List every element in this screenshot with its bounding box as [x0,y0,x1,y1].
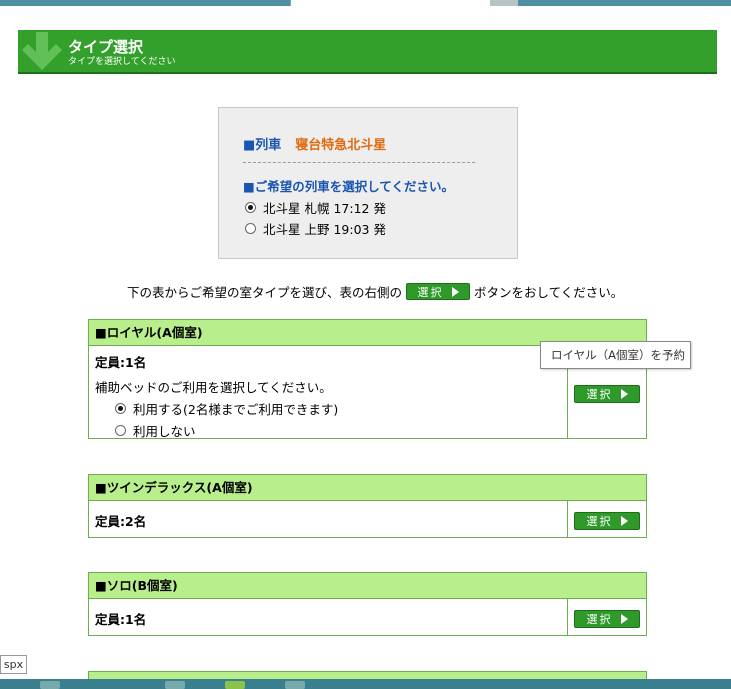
extra-bed-option-label: 利用しない [133,424,196,439]
select-solo-button[interactable]: 選択 [574,610,640,628]
select-button-label: 選択 [586,613,613,626]
radio-unselected-icon[interactable] [245,223,256,234]
room-capacity: 定員:1名 [95,612,147,627]
instruction-before: 下の表からご希望の室タイプを選び、表の右側の [127,285,403,300]
room-capacity: 定員:1名 [95,355,147,370]
train-row: ■列車 寝台特急北斗星 [243,134,386,153]
extra-bed-prompt: 補助ベッドのご利用を選択してください。 [95,380,332,395]
room-title: ■ソロ(B個室) [89,573,646,599]
train-label: ■列車 [243,138,282,153]
down-arrow-icon [22,32,62,70]
taskbar [0,679,731,689]
train-option-2[interactable]: 北斗星 上野 19:03 発 [245,219,386,238]
instruction-after: ボタンをおしてください。 [474,285,624,300]
status-text: spx [0,655,27,674]
taskbar-app-icon[interactable] [165,681,185,689]
room-title: ■ツインデラックス(A個室) [89,475,646,501]
room-twin-deluxe: ■ツインデラックス(A個室) 定員:2名 選択 [88,474,647,538]
page-subtitle: タイプを選択してください [68,57,176,67]
cell-divider [567,501,568,538]
tooltip: ロイヤル（A個室）を予約 [540,341,691,369]
room-royal: ■ロイヤル(A個室) 定員:1名 補助ベッドのご利用を選択してください。 利用す… [88,319,647,439]
play-triangle-icon [451,286,459,297]
extra-bed-option-use[interactable]: 利用する(2名様までご利用できます) [115,399,338,418]
taskbar-app-icon[interactable] [225,681,245,689]
select-twin-deluxe-button[interactable]: 選択 [574,512,640,530]
extra-bed-option-label: 利用する(2名様までご利用できます) [133,402,339,417]
browser-top-strip [0,0,731,6]
extra-bed-option-none[interactable]: 利用しない [115,421,338,440]
select-button-label: 選択 [417,285,444,299]
room-capacity: 定員:2名 [95,514,147,529]
taskbar-app-icon[interactable] [285,681,305,689]
cell-divider [567,599,568,636]
taskbar-app-icon[interactable] [40,681,60,689]
radio-unselected-icon[interactable] [115,425,126,436]
train-name: 寝台特急北斗星 [295,138,387,153]
train-prompt: ■ご希望の列車を選択してください。 [243,179,455,194]
address-bar[interactable] [290,0,491,6]
radio-selected-icon[interactable] [115,403,126,414]
radio-selected-icon[interactable] [245,202,256,213]
room-solo: ■ソロ(B個室) 定員:1名 選択 [88,572,647,636]
instruction-text: 下の表からご希望の室タイプを選び、表の右側の 選択 ボタンをおしてください。 [127,282,623,301]
divider [243,162,475,163]
select-royal-button[interactable]: 選択 [574,385,640,403]
page-header: タイプ選択 タイプを選択してください [18,30,717,72]
train-option-1[interactable]: 北斗星 札幌 17:12 発 [245,198,386,217]
train-info-box: ■列車 寝台特急北斗星 ■ご希望の列車を選択してください。 北斗星 札幌 17:1… [218,107,518,259]
train-option-label: 北斗星 上野 19:03 発 [263,222,386,237]
select-button-label: 選択 [586,388,613,401]
train-option-label: 北斗星 札幌 17:12 発 [263,201,386,216]
play-triangle-icon [620,389,628,399]
address-bar-button[interactable] [490,0,518,6]
sample-select-button: 選択 [406,283,471,300]
play-triangle-icon [620,614,628,624]
select-button-label: 選択 [586,515,613,528]
play-triangle-icon [620,516,628,526]
